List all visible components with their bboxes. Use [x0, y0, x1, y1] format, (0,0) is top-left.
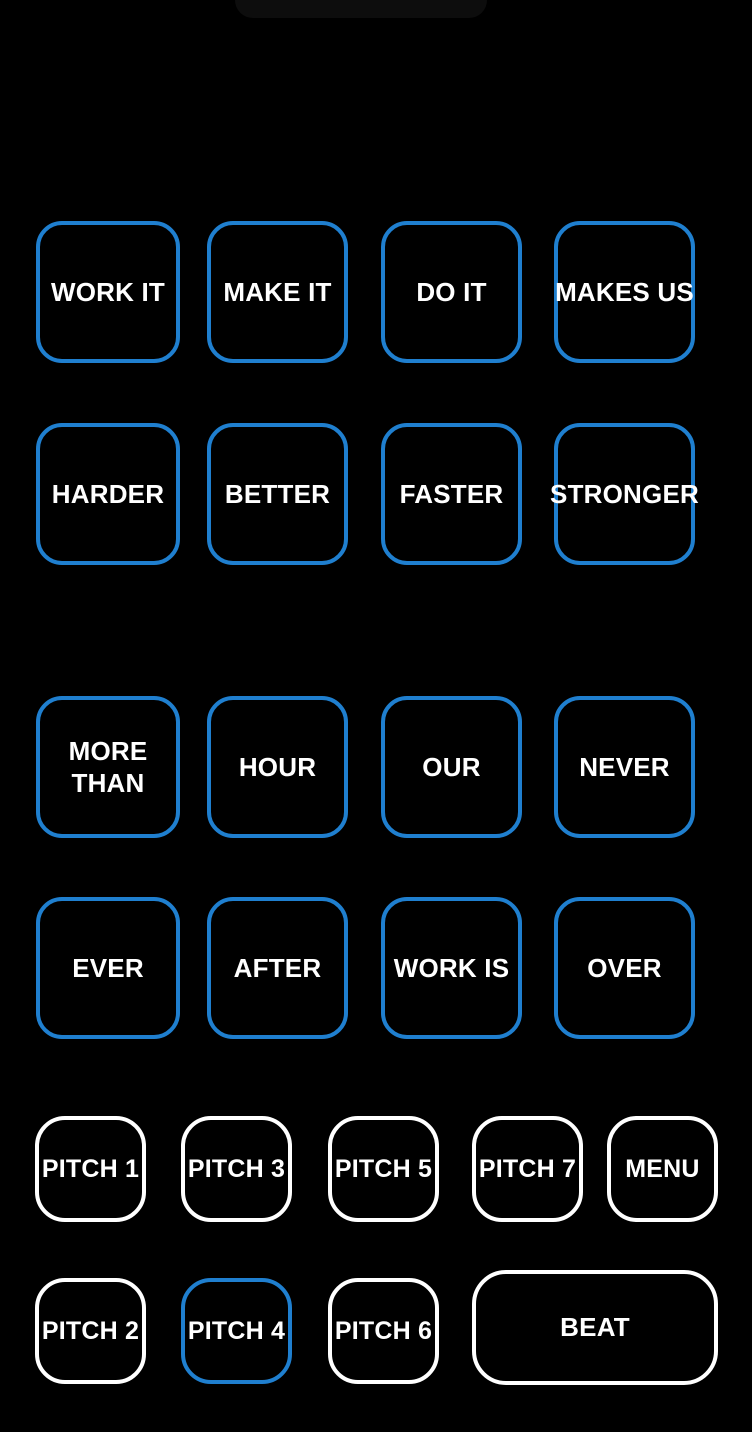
- pad-label-makes-us: MAKES US: [555, 276, 694, 307]
- pad-label-pitch-3: PITCH 3: [187, 1154, 286, 1183]
- pad-label-ever: EVER: [72, 952, 144, 983]
- pad-label-more-than: MORE THAN: [68, 735, 148, 798]
- pad-label-pitch-2: PITCH 2: [41, 1316, 140, 1345]
- pad-label-faster: FASTER: [399, 478, 504, 509]
- pad-pitch-5[interactable]: PITCH 5: [328, 1116, 439, 1222]
- pad-label-make-it: MAKE IT: [223, 276, 332, 307]
- soundboard-app: WORK IT MAKE IT DO IT MAKES US HARDER BETTER F…: [0, 0, 752, 1432]
- pad-grid: WORK IT MAKE IT DO IT MAKES US HARDER BETTER F…: [0, 0, 752, 1432]
- pad-label-our: OUR: [422, 751, 481, 782]
- pad-label-beat: BEAT: [560, 1312, 630, 1343]
- pad-hour[interactable]: HOUR: [207, 696, 348, 838]
- pad-pitch-1[interactable]: PITCH 1: [35, 1116, 146, 1222]
- pad-faster[interactable]: FASTER: [381, 423, 522, 565]
- pad-label-pitch-7: PITCH 7: [478, 1154, 577, 1183]
- pad-ever[interactable]: EVER: [36, 897, 180, 1039]
- pad-pitch-2[interactable]: PITCH 2: [35, 1278, 146, 1384]
- pad-label-do-it: DO IT: [416, 276, 487, 307]
- pad-label-pitch-5: PITCH 5: [334, 1154, 433, 1183]
- pad-beat[interactable]: BEAT: [472, 1270, 718, 1385]
- pad-pitch-7[interactable]: PITCH 7: [472, 1116, 583, 1222]
- pad-label-better: BETTER: [224, 478, 331, 509]
- pad-work-it[interactable]: WORK IT: [36, 221, 180, 363]
- pad-menu[interactable]: MENU: [607, 1116, 718, 1222]
- pad-label-pitch-1: PITCH 1: [41, 1154, 140, 1183]
- pad-never[interactable]: NEVER: [554, 696, 695, 838]
- pad-pitch-4[interactable]: PITCH 4: [181, 1278, 292, 1384]
- pad-make-it[interactable]: MAKE IT: [207, 221, 348, 363]
- pad-label-work-it: WORK IT: [50, 276, 166, 307]
- pad-stronger[interactable]: STRONGER: [550, 423, 699, 565]
- pad-better[interactable]: BETTER: [207, 423, 348, 565]
- pad-work-is[interactable]: WORK IS: [381, 897, 522, 1039]
- pad-label-after: AFTER: [233, 952, 322, 983]
- pad-pitch-6[interactable]: PITCH 6: [328, 1278, 439, 1384]
- pad-label-never: NEVER: [579, 751, 670, 782]
- pad-over[interactable]: OVER: [554, 897, 695, 1039]
- pad-after[interactable]: AFTER: [207, 897, 348, 1039]
- pad-label-pitch-6: PITCH 6: [334, 1316, 433, 1345]
- pad-pitch-3[interactable]: PITCH 3: [181, 1116, 292, 1222]
- pad-label-over: OVER: [587, 952, 662, 983]
- pad-label-stronger: STRONGER: [550, 478, 699, 509]
- pad-label-pitch-4: PITCH 4: [187, 1316, 286, 1345]
- pad-our[interactable]: OUR: [381, 696, 522, 838]
- pad-label-menu: MENU: [625, 1154, 700, 1183]
- pad-label-harder: HARDER: [51, 478, 165, 509]
- pad-do-it[interactable]: DO IT: [381, 221, 522, 363]
- pad-harder[interactable]: HARDER: [36, 423, 180, 565]
- pad-label-hour: HOUR: [238, 751, 317, 782]
- pad-label-work-is: WORK IS: [393, 952, 510, 983]
- pad-makes-us[interactable]: MAKES US: [554, 221, 695, 363]
- pad-more-than[interactable]: MORE THAN: [36, 696, 180, 838]
